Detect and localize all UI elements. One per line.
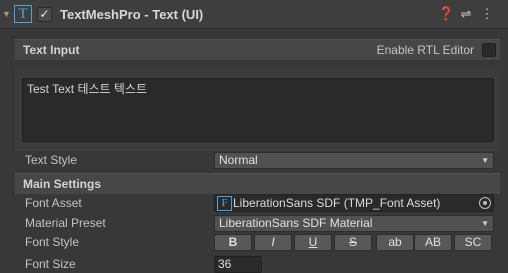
component-header: ▼ T ✓ TextMeshPro - Text (UI) ❓ ⇌ ⋮ bbox=[0, 0, 508, 29]
underline-button[interactable]: U bbox=[294, 234, 332, 251]
text-input-section-header: Text Input Enable RTL Editor bbox=[15, 39, 500, 60]
font-asset-value: LiberationSans SDF (TMP_Font Asset) bbox=[233, 196, 441, 210]
material-preset-dropdown[interactable]: LiberationSans SDF Material ▼ bbox=[214, 215, 494, 232]
chevron-down-icon: ▼ bbox=[481, 156, 489, 165]
chevron-down-icon: ▼ bbox=[481, 219, 489, 228]
component-enabled-checkbox[interactable]: ✓ bbox=[37, 7, 52, 22]
smallcaps-button[interactable]: SC bbox=[454, 234, 492, 251]
main-settings-section-header: Main Settings bbox=[15, 173, 500, 194]
help-icon[interactable]: ❓ bbox=[438, 6, 454, 22]
section-title: Text Input bbox=[23, 43, 80, 57]
section-title: Main Settings bbox=[23, 177, 102, 191]
strikethrough-button[interactable]: S bbox=[334, 234, 372, 251]
material-preset-value: LiberationSans SDF Material bbox=[219, 216, 373, 230]
material-preset-label: Material Preset bbox=[25, 216, 106, 230]
enable-rtl-checkbox[interactable] bbox=[482, 43, 496, 57]
text-input-field[interactable]: Test Text 테스트 텍스트 bbox=[22, 78, 494, 142]
font-asset-icon: F bbox=[217, 196, 232, 211]
presets-icon[interactable]: ⇌ bbox=[458, 6, 474, 22]
text-style-label: Text Style bbox=[25, 153, 78, 167]
bold-button[interactable]: B bbox=[214, 234, 252, 251]
font-style-label: Font Style bbox=[25, 235, 80, 249]
object-picker-icon[interactable] bbox=[479, 197, 491, 209]
context-menu-icon[interactable]: ⋮ bbox=[479, 6, 495, 22]
enable-rtl-label: Enable RTL Editor bbox=[376, 43, 474, 57]
uppercase-button[interactable]: AB bbox=[414, 234, 452, 251]
lowercase-button[interactable]: ab bbox=[376, 234, 414, 251]
text-style-dropdown[interactable]: Normal ▼ bbox=[214, 152, 494, 169]
foldout-arrow-icon[interactable]: ▼ bbox=[2, 7, 12, 21]
font-asset-label: Font Asset bbox=[25, 196, 82, 210]
italic-button[interactable]: I bbox=[254, 234, 292, 251]
text-style-value: Normal bbox=[219, 153, 258, 167]
component-title: TextMeshPro - Text (UI) bbox=[60, 7, 204, 22]
font-size-label: Font Size bbox=[25, 257, 76, 271]
textmeshpro-icon: T bbox=[14, 5, 32, 23]
font-asset-field[interactable]: F LiberationSans SDF (TMP_Font Asset) bbox=[214, 194, 494, 212]
